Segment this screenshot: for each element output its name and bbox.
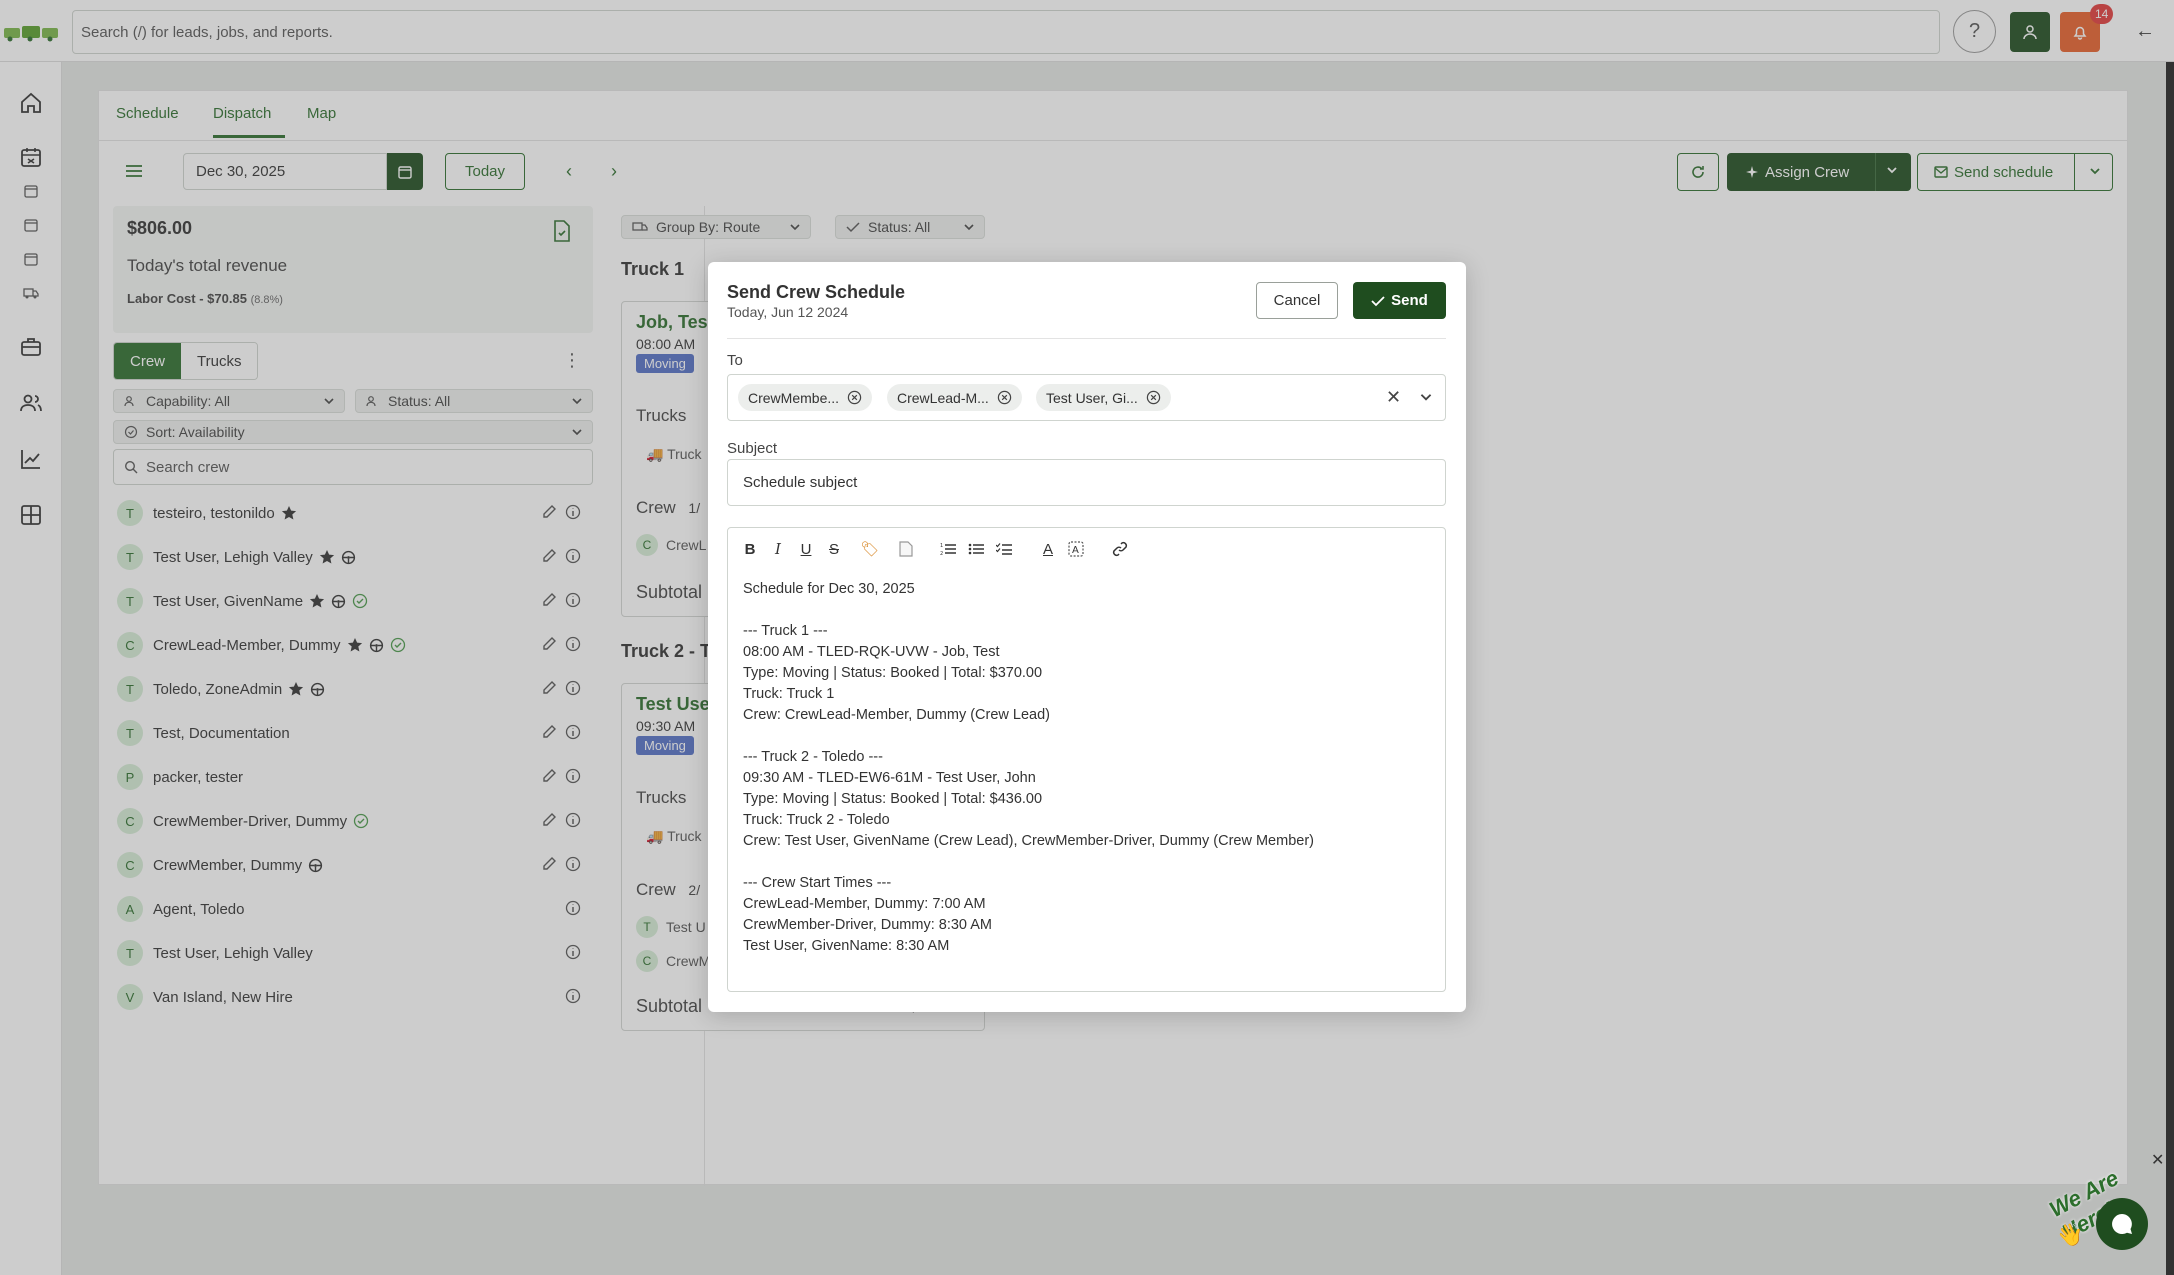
body-line: --- Crew Start Times --- [743, 875, 892, 891]
cancel-button[interactable]: Cancel [1256, 282, 1338, 319]
italic-icon[interactable]: I [769, 540, 787, 558]
svg-text:1: 1 [940, 543, 943, 549]
body-line: Truck: Truck 1 [743, 686, 835, 702]
body-line: CrewMember-Driver, Dummy: 8:30 AM [743, 917, 992, 933]
modal-divider [727, 338, 1446, 339]
bullet-list-icon[interactable] [967, 540, 985, 558]
body-line: CrewLead-Member, Dummy: 7:00 AM [743, 896, 986, 912]
body-line: Test User, GivenName: 8:30 AM [743, 938, 950, 954]
body-line [743, 600, 1314, 621]
send-button-label: Send [1391, 292, 1428, 309]
subject-label: Subject [727, 440, 778, 457]
modal-subtitle: Today, Jun 12 2024 [727, 304, 849, 320]
body-line: 08:00 AM - TLED-RQK-UVW - Job, Test [743, 644, 1000, 660]
underline-icon[interactable]: U [797, 540, 815, 558]
recipient-name: CrewMembe... [748, 389, 840, 406]
chat-bubble-icon [2112, 1214, 2132, 1234]
body-line: Crew: CrewLead-Member, Dummy (Crew Lead) [743, 707, 1050, 723]
text-color-icon[interactable]: A [1039, 540, 1057, 558]
highlight-icon[interactable]: A [1067, 540, 1085, 558]
remove-recipient-icon[interactable] [847, 390, 862, 405]
checklist-icon[interactable] [995, 540, 1013, 558]
check-icon [1371, 295, 1385, 306]
editor-toolbar: B I U S 🏷 12 A A [728, 528, 1445, 568]
recipient-name: Test User, Gi... [1046, 389, 1138, 406]
message-body[interactable]: Schedule for Dec 30, 2025 --- Truck 1 ---… [743, 579, 1314, 957]
recipients-field[interactable]: CrewMembe... CrewLead-M... Test User, Gi… [727, 374, 1446, 421]
body-line: --- Truck 1 --- [743, 623, 828, 639]
send-crew-schedule-modal: Send Crew Schedule Today, Jun 12 2024 Ca… [708, 262, 1466, 1012]
body-line [743, 852, 1314, 873]
body-line: Type: Moving | Status: Booked | Total: $… [743, 665, 1043, 681]
modal-title: Send Crew Schedule [727, 282, 906, 302]
ordered-list-icon[interactable]: 12 [939, 540, 957, 558]
body-line: 09:30 AM - TLED-EW6-61M - Test User, Joh… [743, 770, 1036, 786]
message-editor[interactable]: B I U S 🏷 12 A A Schedule for Dec 30, 20… [727, 527, 1446, 992]
remove-recipient-icon[interactable] [1146, 390, 1161, 405]
document-icon[interactable] [897, 540, 915, 558]
svg-text:2: 2 [940, 551, 943, 556]
recipient-name: CrewLead-M... [897, 389, 989, 406]
recipient-chip[interactable]: Test User, Gi... [1036, 384, 1171, 411]
svg-text:A: A [1072, 545, 1079, 556]
chat-button[interactable] [2096, 1198, 2148, 1250]
remove-recipient-icon[interactable] [997, 390, 1012, 405]
recipient-chip[interactable]: CrewMembe... [738, 384, 873, 411]
link-icon[interactable] [1111, 540, 1129, 558]
body-line: --- Truck 2 - Toledo --- [743, 749, 883, 765]
send-button[interactable]: Send [1353, 282, 1446, 319]
strikethrough-icon[interactable]: S [825, 540, 843, 558]
chevron-down-icon[interactable] [1418, 389, 1434, 405]
body-line [743, 726, 1314, 747]
body-line: Crew: Test User, GivenName (Crew Lead), … [743, 833, 1314, 849]
to-label: To [727, 352, 743, 369]
clear-all-icon[interactable]: ✕ [1386, 387, 1401, 408]
close-chat-icon[interactable]: ✕ [2151, 1150, 2164, 1170]
body-line: Schedule for Dec 30, 2025 [743, 581, 915, 597]
subject-input[interactable]: Schedule subject [727, 459, 1446, 506]
bold-icon[interactable]: B [741, 540, 759, 558]
body-line: Type: Moving | Status: Booked | Total: $… [743, 791, 1043, 807]
body-line: Truck: Truck 2 - Toledo [743, 812, 890, 828]
recipient-chip[interactable]: CrewLead-M... [887, 384, 1022, 411]
waving-hand-icon: 👋 [2056, 1222, 2084, 1247]
tag-icon[interactable]: 🏷 [860, 540, 879, 558]
